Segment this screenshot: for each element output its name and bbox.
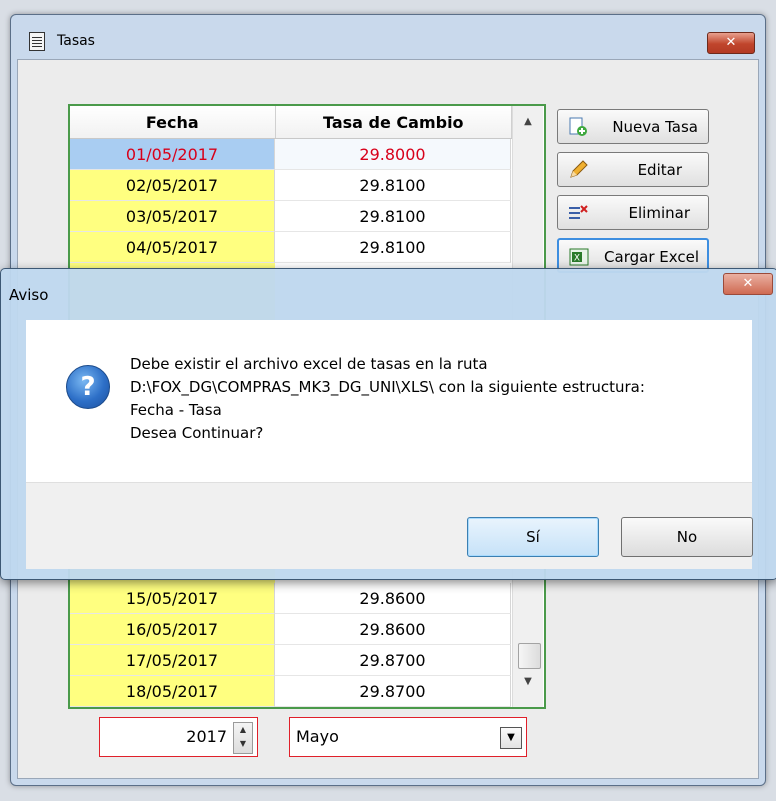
message-line: Debe existir el archivo excel de tasas e… (130, 355, 488, 373)
dialog-body: ? Debe existir el archivo excel de tasas… (26, 320, 752, 482)
message-line: Desea Continuar? (130, 424, 264, 442)
month-select[interactable]: Mayo ▼ (289, 717, 527, 757)
fecha-cell[interactable]: 02/05/2017 (70, 170, 275, 201)
table-row[interactable]: 04/05/2017 29.8100 (70, 232, 512, 263)
tasa-cell[interactable]: 29.8100 (275, 201, 511, 232)
dialog-message: Debe existir el archivo excel de tasas e… (130, 353, 645, 445)
fecha-cell[interactable]: 17/05/2017 (70, 645, 275, 676)
question-icon: ? (66, 365, 110, 409)
dialog-close-button[interactable]: ✕ (723, 273, 773, 295)
editar-button[interactable]: Editar (557, 152, 709, 187)
title-bar: Tasas ✕ (11, 15, 765, 59)
fecha-cell[interactable]: 01/05/2017 (70, 139, 275, 170)
excel-icon: X (569, 248, 589, 266)
message-line: D:\FOX_DG\COMPRAS_MK3_DG_UNI\XLS\ con la… (130, 378, 645, 396)
chevron-down-icon[interactable]: ▼ (500, 727, 522, 749)
nueva-tasa-button[interactable]: Nueva Tasa (557, 109, 709, 144)
grid-header: Fecha Tasa de Cambio (70, 106, 512, 139)
clipboard-icon (29, 32, 45, 51)
close-button[interactable]: ✕ (707, 32, 755, 54)
table-row[interactable]: 16/05/2017 29.8600 (70, 614, 512, 645)
year-value[interactable]: 2017 (186, 718, 227, 756)
delete-rows-icon (569, 205, 588, 219)
dialog-title: Aviso (9, 286, 49, 304)
fecha-cell[interactable]: 16/05/2017 (70, 614, 275, 645)
table-row[interactable]: 02/05/2017 29.8100 (70, 170, 512, 201)
dialog-footer: Sí No (26, 482, 753, 569)
column-header-fecha[interactable]: Fecha (70, 106, 276, 138)
window-title: Tasas (57, 33, 95, 49)
table-row[interactable]: 18/05/2017 29.8700 (70, 676, 512, 707)
table-row[interactable]: 03/05/2017 29.8100 (70, 201, 512, 232)
table-row[interactable]: 15/05/2017 29.8600 (70, 583, 512, 614)
fecha-cell[interactable]: 03/05/2017 (70, 201, 275, 232)
nueva-tasa-label: Nueva Tasa (612, 118, 698, 136)
yes-button[interactable]: Sí (467, 517, 599, 557)
tasa-cell[interactable]: 29.8100 (275, 232, 511, 263)
eliminar-button[interactable]: Eliminar (557, 195, 709, 230)
scroll-up-arrow-icon[interactable]: ▲ (513, 116, 543, 130)
svg-text:X: X (574, 254, 580, 264)
aviso-dialog: Aviso ✕ ? Debe existir el archivo excel … (0, 268, 776, 580)
scroll-down-arrow-icon[interactable]: ▼ (513, 676, 543, 690)
editar-label: Editar (637, 161, 682, 179)
tasa-cell[interactable]: 29.8700 (275, 676, 511, 707)
column-header-tasa[interactable]: Tasa de Cambio (276, 106, 512, 138)
pencil-icon (570, 160, 588, 178)
table-row[interactable]: 17/05/2017 29.8700 (70, 645, 512, 676)
eliminar-label: Eliminar (628, 204, 690, 222)
message-line: Fecha - Tasa (130, 401, 222, 419)
fecha-cell[interactable]: 15/05/2017 (70, 583, 275, 614)
tasa-cell[interactable]: 29.8600 (275, 614, 511, 645)
tasa-cell[interactable]: 29.8600 (275, 583, 511, 614)
close-icon: ✕ (725, 35, 737, 50)
no-button[interactable]: No (621, 517, 753, 557)
fecha-cell[interactable]: 04/05/2017 (70, 232, 275, 263)
tasa-cell[interactable]: 29.8000 (275, 139, 511, 170)
year-spinner[interactable]: 2017 ▲ ▼ (99, 717, 258, 757)
new-document-icon (569, 117, 587, 136)
close-icon: ✕ (742, 276, 754, 291)
fecha-cell[interactable]: 18/05/2017 (70, 676, 275, 707)
scroll-thumb[interactable] (518, 643, 541, 669)
spinner-arrows-icon[interactable]: ▲ ▼ (233, 722, 253, 754)
month-value[interactable]: Mayo (296, 718, 339, 756)
tasa-cell[interactable]: 29.8100 (275, 170, 511, 201)
table-row[interactable]: 01/05/2017 29.8000 (70, 139, 512, 170)
tasa-cell[interactable]: 29.8700 (275, 645, 511, 676)
